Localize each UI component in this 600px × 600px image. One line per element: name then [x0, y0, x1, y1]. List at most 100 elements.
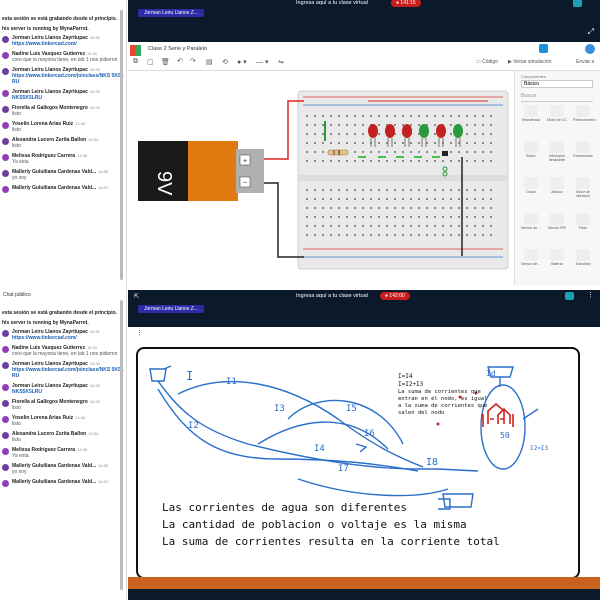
breadboard-hole[interactable] [314, 225, 316, 227]
whiteboard[interactable]: I I1 I2 I3 I4 I5 I6 I7 I8 Id 50 I2=I3 I=… [136, 347, 580, 579]
component-tile[interactable]: Altavoz [547, 177, 567, 194]
breadboard-hole[interactable] [482, 160, 484, 162]
breadboard-hole[interactable] [314, 189, 316, 191]
breadboard-hole[interactable] [330, 189, 332, 191]
breadboard-hole[interactable] [378, 189, 380, 191]
breadboard-hole[interactable] [426, 115, 428, 117]
breadboard-hole[interactable] [490, 160, 492, 162]
breadboard-hole[interactable] [306, 216, 308, 218]
breadboard-hole[interactable] [402, 124, 404, 126]
breadboard-hole[interactable] [386, 189, 388, 191]
breadboard-hole[interactable] [346, 189, 348, 191]
breadboard-hole[interactable] [346, 115, 348, 117]
start-simulation-button[interactable]: ▶ Iniciar simulación [508, 59, 552, 65]
breadboard-hole[interactable] [434, 142, 436, 144]
breadboard-hole[interactable] [314, 124, 316, 126]
breadboard-hole[interactable] [434, 124, 436, 126]
delete-icon[interactable]: 🗑 [161, 58, 170, 66]
breadboard-hole[interactable] [466, 115, 468, 117]
breadboard-hole[interactable] [482, 225, 484, 227]
breadboard-hole[interactable] [394, 234, 396, 236]
breadboard-hole[interactable] [434, 151, 436, 153]
breadboard-hole[interactable] [426, 198, 428, 200]
breadboard-hole[interactable] [362, 207, 364, 209]
breadboard-hole[interactable] [346, 225, 348, 227]
send-to-button[interactable]: Enviar a [576, 59, 594, 65]
breadboard-hole[interactable] [354, 124, 356, 126]
search-input[interactable]: Buscar [521, 93, 593, 102]
breadboard-hole[interactable] [410, 115, 412, 117]
breadboard-hole[interactable] [322, 151, 324, 153]
breadboard-hole[interactable] [442, 216, 444, 218]
breadboard-hole[interactable] [306, 207, 308, 209]
breadboard-hole[interactable] [450, 124, 452, 126]
breadboard-hole[interactable] [466, 124, 468, 126]
breadboard-hole[interactable] [474, 198, 476, 200]
breadboard-hole[interactable] [378, 198, 380, 200]
breadboard-hole[interactable] [442, 198, 444, 200]
breadboard-hole[interactable] [314, 142, 316, 144]
paste-icon[interactable]: ▢ [147, 58, 154, 66]
breadboard-hole[interactable] [394, 160, 396, 162]
breadboard-hole[interactable] [458, 151, 460, 153]
breadboard-hole[interactable] [322, 142, 324, 144]
breadboard-hole[interactable] [322, 124, 324, 126]
breadboard-hole[interactable] [314, 160, 316, 162]
more-options-icon[interactable]: ⋮ [587, 291, 594, 299]
breadboard-hole[interactable] [354, 151, 356, 153]
breadboard-hole[interactable] [362, 124, 364, 126]
breadboard-hole[interactable] [410, 142, 412, 144]
breadboard-hole[interactable] [410, 160, 412, 162]
breadboard-hole[interactable] [402, 189, 404, 191]
breadboard-hole[interactable] [314, 133, 316, 135]
breadboard-hole[interactable] [370, 115, 372, 117]
breadboard-hole[interactable] [474, 124, 476, 126]
breadboard-hole[interactable] [338, 234, 340, 236]
breadboard-hole[interactable] [314, 234, 316, 236]
component-tile[interactable]: Botón [521, 141, 541, 158]
breadboard-hole[interactable] [450, 189, 452, 191]
breadboard-hole[interactable] [434, 216, 436, 218]
breadboard-hole[interactable] [354, 115, 356, 117]
breadboard-hole[interactable] [322, 133, 324, 135]
breadboard-hole[interactable] [434, 207, 436, 209]
breadboard-hole[interactable] [354, 225, 356, 227]
breadboard-hole[interactable] [386, 207, 388, 209]
breadboard-hole[interactable] [426, 207, 428, 209]
breadboard-hole[interactable] [338, 124, 340, 126]
breadboard-hole[interactable] [410, 124, 412, 126]
breadboard-hole[interactable] [370, 216, 372, 218]
breadboard-hole[interactable] [322, 225, 324, 227]
breadboard-hole[interactable] [362, 189, 364, 191]
breadboard-hole[interactable] [474, 207, 476, 209]
breadboard-hole[interactable] [322, 207, 324, 209]
breadboard-hole[interactable] [490, 133, 492, 135]
breadboard-hole[interactable] [434, 234, 436, 236]
breadboard-hole[interactable] [490, 207, 492, 209]
message-link[interactable]: https://www.tinkercad.com/ [12, 41, 100, 47]
breadboard-hole[interactable] [402, 160, 404, 162]
breadboard-hole[interactable] [474, 225, 476, 227]
breadboard-hole[interactable] [370, 151, 372, 153]
breadboard-hole[interactable] [394, 198, 396, 200]
breadboard-hole[interactable] [466, 189, 468, 191]
breadboard-hole[interactable] [314, 207, 316, 209]
breadboard-hole[interactable] [330, 160, 332, 162]
breadboard-hole[interactable] [418, 124, 420, 126]
breadboard-hole[interactable] [418, 142, 420, 144]
presenter-pill[interactable]: Jorman Leiru Llanos Z... [138, 9, 204, 17]
breadboard-hole[interactable] [362, 234, 364, 236]
breadboard-hole[interactable] [418, 115, 420, 117]
breadboard-hole[interactable] [458, 207, 460, 209]
breadboard-hole[interactable] [402, 115, 404, 117]
breadboard-hole[interactable] [386, 234, 388, 236]
message-link[interactable]: NKS5K5LRU [12, 95, 100, 101]
breadboard-hole[interactable] [378, 142, 380, 144]
breadboard-hole[interactable] [314, 198, 316, 200]
breadboard-hole[interactable] [466, 142, 468, 144]
breadboard-hole[interactable] [354, 216, 356, 218]
breadboard-hole[interactable] [426, 160, 428, 162]
breadboard-hole[interactable] [418, 160, 420, 162]
breadboard-hole[interactable] [402, 151, 404, 153]
breadboard-hole[interactable] [394, 115, 396, 117]
